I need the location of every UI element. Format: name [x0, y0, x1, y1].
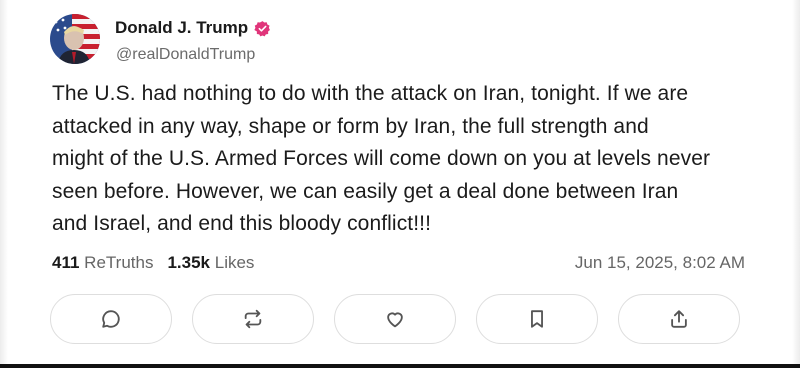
author-handle[interactable]: @realDonaldTrump	[116, 46, 255, 64]
like-button[interactable]	[334, 294, 456, 344]
post-text: The U.S. had nothing to do with the atta…	[52, 78, 752, 241]
repost-icon	[244, 309, 262, 329]
avatar-portrait-icon	[50, 14, 100, 64]
post-text-line: and Israel, and end this bloody conflict…	[52, 212, 432, 235]
bottom-border	[0, 364, 800, 368]
avatar[interactable]	[50, 14, 100, 64]
post-text-line: might of the U.S. Armed Forces will come…	[52, 147, 711, 170]
likes-label: Likes	[214, 253, 255, 272]
heart-icon	[387, 312, 403, 328]
retruths-label: ReTruths	[84, 253, 154, 272]
reply-button[interactable]	[50, 294, 172, 344]
retruths-count: 411	[52, 253, 80, 272]
retruth-button[interactable]	[192, 294, 314, 344]
card-edge-left	[0, 0, 8, 368]
post-text-line: The U.S. had nothing to do with the atta…	[52, 82, 689, 105]
verified-badge-icon	[254, 20, 271, 37]
truth-post: Donald J. Trump @realDonaldTrump The U.S…	[0, 0, 800, 368]
post-text-line: seen before. However, we can easily get …	[52, 179, 679, 203]
action-bar	[50, 294, 740, 344]
share-button[interactable]	[618, 294, 740, 344]
post-timestamp[interactable]: Jun 15, 2025, 8:02 AM	[575, 253, 745, 273]
post-stats: 411 ReTruths 1.35k Likes	[52, 253, 254, 273]
bookmark-button[interactable]	[476, 294, 598, 344]
card-edge-right	[792, 0, 800, 368]
post-text-line: attacked in any way, shape or form by Ir…	[52, 114, 649, 138]
share-icon	[671, 310, 687, 328]
likes-count: 1.35k	[167, 253, 210, 272]
likes-stat[interactable]: 1.35k Likes	[167, 253, 254, 273]
retruths-stat[interactable]: 411 ReTruths	[52, 253, 153, 273]
author-name-row[interactable]: Donald J. Trump	[115, 18, 271, 38]
comment-icon	[102, 310, 120, 328]
author-display-name[interactable]: Donald J. Trump	[115, 18, 248, 38]
bookmark-icon	[531, 310, 543, 328]
